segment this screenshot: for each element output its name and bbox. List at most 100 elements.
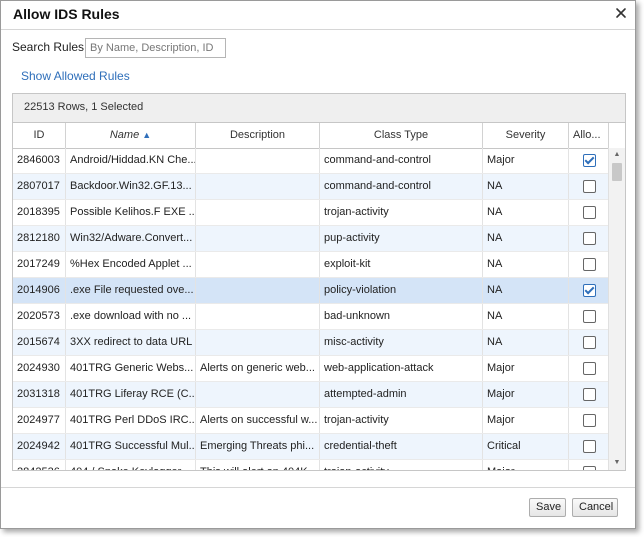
- column-header-allow[interactable]: Allo...: [569, 123, 609, 148]
- cell-name: 401TRG Successful Mul...: [66, 434, 196, 459]
- cell-description: [196, 382, 320, 407]
- cell-id: 2842536: [13, 460, 66, 470]
- cell-id: 2846003: [13, 148, 66, 173]
- column-header-severity[interactable]: Severity: [483, 123, 569, 148]
- table-row[interactable]: 2018395 Possible Kelihos.F EXE ... trojan-…: [13, 200, 609, 226]
- cell-allow: [569, 330, 609, 355]
- table-row[interactable]: 2846003 Android/Hiddad.KN Che... command-a…: [13, 148, 609, 174]
- allow-ids-rules-dialog: Allow IDS Rules Search Rules Show Allowe…: [0, 0, 636, 529]
- allow-checkbox[interactable]: [582, 258, 596, 271]
- cell-severity: NA: [483, 174, 569, 199]
- allow-checkbox[interactable]: [582, 154, 596, 167]
- cell-allow: [569, 278, 609, 303]
- column-header-id-label: ID: [33, 129, 45, 141]
- cell-description: [196, 226, 320, 251]
- cell-class-type: attempted-admin: [320, 382, 483, 407]
- table-row[interactable]: 2024930 401TRG Generic Webs... Alerts on g…: [13, 356, 609, 382]
- cell-severity: Major: [483, 356, 569, 381]
- cell-name: 401TRG Liferay RCE (C...: [66, 382, 196, 407]
- save-button[interactable]: Save: [529, 498, 566, 517]
- allow-checkbox[interactable]: [582, 388, 596, 401]
- cell-severity: Major: [483, 460, 569, 470]
- cell-description: [196, 252, 320, 277]
- cell-class-type: exploit-kit: [320, 252, 483, 277]
- footer-divider: [1, 487, 635, 488]
- allow-checkbox[interactable]: [582, 310, 596, 323]
- sort-ascending-icon: ▲: [142, 130, 152, 140]
- table-row[interactable]: 2031318 401TRG Liferay RCE (C... attempted…: [13, 382, 609, 408]
- cell-class-type: bad-unknown: [320, 304, 483, 329]
- cell-allow: [569, 148, 609, 173]
- cell-allow: [569, 382, 609, 407]
- cancel-button[interactable]: Cancel: [572, 498, 618, 517]
- allow-checkbox[interactable]: [582, 180, 596, 193]
- cell-description: [196, 200, 320, 225]
- search-input[interactable]: [85, 38, 226, 58]
- close-icon[interactable]: [613, 5, 629, 21]
- column-header-id[interactable]: ID: [13, 123, 66, 148]
- cell-description: Alerts on generic web...: [196, 356, 320, 381]
- cell-id: 2018395: [13, 200, 66, 225]
- cell-description: Emerging Threats phi...: [196, 434, 320, 459]
- cell-allow: [569, 408, 609, 433]
- cell-severity: NA: [483, 252, 569, 277]
- scroll-up-icon[interactable]: ▲: [609, 148, 625, 162]
- allow-checkbox[interactable]: [582, 362, 596, 375]
- cell-name: 404 / Snake Keylogger ...: [66, 460, 196, 470]
- scroll-down-icon[interactable]: ▼: [609, 456, 625, 470]
- cell-allow: [569, 304, 609, 329]
- cell-severity: NA: [483, 200, 569, 225]
- show-allowed-rules-link[interactable]: Show Allowed Rules: [21, 69, 130, 83]
- allow-checkbox[interactable]: [582, 206, 596, 219]
- cell-class-type: misc-activity: [320, 330, 483, 355]
- cell-name: %Hex Encoded Applet ...: [66, 252, 196, 277]
- allow-checkbox[interactable]: [582, 440, 596, 453]
- cell-name: Win32/Adware.Convert...: [66, 226, 196, 251]
- allow-checkbox[interactable]: [582, 336, 596, 349]
- scrollbar-thumb[interactable]: [612, 163, 622, 181]
- column-header-name[interactable]: Name ▲: [66, 123, 196, 148]
- table-row[interactable]: 2842536404 / Snake Keylogger ...This wil…: [13, 460, 609, 470]
- table-row[interactable]: 2014906 .exe File requested ove... policy-…: [13, 278, 609, 304]
- table-row[interactable]: 2015674 3XX redirect to data URL misc-acti…: [13, 330, 609, 356]
- cell-id: 2024930: [13, 356, 66, 381]
- cell-severity: NA: [483, 226, 569, 251]
- cell-description: Alerts on successful w...: [196, 408, 320, 433]
- cell-name: 401TRG Perl DDoS IRC...: [66, 408, 196, 433]
- table-row[interactable]: 2017249 %Hex Encoded Applet ... exploit-ki…: [13, 252, 609, 278]
- cell-id: 2812180: [13, 226, 66, 251]
- cell-allow: [569, 356, 609, 381]
- cell-id: 2017249: [13, 252, 66, 277]
- dialog-title: Allow IDS Rules: [13, 6, 120, 22]
- cell-id: 2014906: [13, 278, 66, 303]
- cell-description: [196, 174, 320, 199]
- grid-header: ID Name ▲ Description Class Type Severity…: [13, 123, 625, 149]
- cell-allow: [569, 174, 609, 199]
- cell-severity: NA: [483, 278, 569, 303]
- allow-checkbox[interactable]: [582, 466, 596, 470]
- cell-id: 2020573: [13, 304, 66, 329]
- column-header-description[interactable]: Description: [196, 123, 320, 148]
- cell-class-type: trojan-activity: [320, 460, 483, 470]
- cell-name: .exe File requested ove...: [66, 278, 196, 303]
- table-row[interactable]: 2024977 401TRG Perl DDoS IRC... Alerts on …: [13, 408, 609, 434]
- cell-severity: Critical: [483, 434, 569, 459]
- table-row[interactable]: 2020573 .exe download with no ... bad-unkn…: [13, 304, 609, 330]
- cell-allow: [569, 226, 609, 251]
- grid-status: 22513 Rows, 1 Selected: [13, 94, 625, 123]
- cell-allow: [569, 460, 609, 470]
- allow-checkbox[interactable]: [582, 232, 596, 245]
- cell-id: 2024942: [13, 434, 66, 459]
- column-header-class-type[interactable]: Class Type: [320, 123, 483, 148]
- column-header-class-type-label: Class Type: [373, 129, 429, 141]
- grid-rows: 2846003 Android/Hiddad.KN Che... command-a…: [13, 148, 609, 470]
- allow-checkbox[interactable]: [582, 414, 596, 427]
- cell-description: [196, 330, 320, 355]
- allow-checkbox[interactable]: [582, 284, 596, 297]
- vertical-scrollbar[interactable]: ▲ ▼: [608, 148, 625, 470]
- table-row[interactable]: 2024942 401TRG Successful Mul... Emerging …: [13, 434, 609, 460]
- table-row[interactable]: 2807017 Backdoor.Win32.GF.13... command-an…: [13, 174, 609, 200]
- cell-class-type: credential-theft: [320, 434, 483, 459]
- rules-grid: 22513 Rows, 1 Selected ID Name ▲ Descript…: [12, 93, 626, 471]
- table-row[interactable]: 2812180 Win32/Adware.Convert... pup-activi…: [13, 226, 609, 252]
